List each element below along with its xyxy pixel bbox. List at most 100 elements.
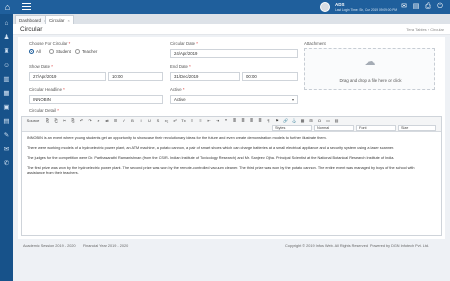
toolbar-button[interactable]: x²: [172, 118, 179, 124]
show-date-label: Show Date *: [29, 64, 53, 69]
toolbar-button[interactable]: U: [146, 118, 153, 124]
toolbar-button[interactable]: ▤: [333, 118, 340, 124]
radio-selected-icon: [29, 49, 34, 54]
radio-teacher[interactable]: Teacher: [75, 49, 97, 54]
paragraph: The judges for the competition were Dr. …: [27, 156, 395, 160]
radio-empty-icon: [75, 49, 80, 54]
tab-circular[interactable]: Circular ×: [45, 15, 74, 24]
choose-for-circular-label: Choose For Circular *: [29, 41, 71, 46]
tools-icon[interactable]: ✎: [2, 132, 11, 140]
sidebar: ⌂ ♟ ♜ ☺ ▥ ▦ ▣ ▤ ✎ ✉ ✆: [0, 14, 13, 281]
styles-select[interactable]: Styles: [272, 125, 312, 131]
radio-student[interactable]: Student: [49, 49, 71, 54]
circular-date-input[interactable]: 24/Apr/2019: [170, 49, 298, 58]
students-icon[interactable]: ♟: [2, 34, 11, 42]
toolbar-button[interactable]: ✓: [121, 118, 128, 124]
circular-detail-label: Circular Detail *: [29, 108, 59, 113]
end-date-input[interactable]: 31/Dec/2019: [170, 72, 240, 81]
toolbar-button[interactable]: ¶: [265, 118, 272, 124]
envelope-icon[interactable]: ✉: [2, 146, 11, 154]
toolbar-button[interactable]: ≡: [189, 118, 196, 124]
tab-label: Dashboard: [19, 18, 42, 23]
calendar-icon[interactable]: ▦: [2, 90, 11, 98]
toolbar-button[interactable]: ≡: [197, 118, 204, 124]
toolbar-button[interactable]: ↶: [78, 118, 85, 124]
notification-icon[interactable]: ✉: [400, 3, 408, 11]
footer: Academic Session 2019 - 2020 Financial Y…: [13, 243, 450, 251]
circular-headline-input[interactable]: INNOBIN: [29, 95, 163, 104]
format-select[interactable]: Normal: [314, 125, 354, 131]
avatar[interactable]: [320, 2, 330, 12]
financial-year: Financial Year 2019 - 2020: [83, 244, 129, 248]
bus-icon[interactable]: ▣: [2, 104, 11, 112]
radio-empty-icon: [49, 49, 54, 54]
tab-strip: Dashboard × Circular×: [13, 14, 450, 24]
end-time-input[interactable]: 00:00: [242, 72, 298, 81]
editor-content[interactable]: INNOBIN is an event where young students…: [27, 136, 432, 181]
toolbar-button[interactable]: Tx: [180, 118, 187, 124]
toolbar-button[interactable]: ⇄: [104, 118, 111, 124]
toolbar-button[interactable]: ↷: [87, 118, 94, 124]
school-logo-icon[interactable]: ⌂: [2, 2, 13, 12]
toolbar-button[interactable]: ⌕: [95, 118, 102, 124]
toolbar-button[interactable]: S: [155, 118, 162, 124]
cloud-upload-icon: ☁: [364, 56, 376, 68]
toolbar-button[interactable]: x₂: [163, 118, 170, 124]
radio-all[interactable]: All: [29, 49, 41, 54]
size-select[interactable]: Size: [398, 125, 436, 131]
staff-icon[interactable]: ♜: [2, 48, 11, 56]
people-icon[interactable]: ☺: [2, 62, 11, 70]
toolbar-button[interactable]: ≣: [231, 118, 238, 124]
circular-headline-label: Circular Headline *: [29, 87, 65, 92]
toolbar-button[interactable]: ⎘: [44, 118, 51, 124]
toolbar-button[interactable]: ⇤: [206, 118, 213, 124]
breadcrumb[interactable]: Tera Tables › Circular: [406, 27, 444, 32]
powered-by-text: Powered by DGN Infotech Pvt. Ltd.: [370, 244, 430, 248]
toolbar-button[interactable]: ▦: [299, 118, 306, 124]
toolbar-button[interactable]: ⇥: [214, 118, 221, 124]
toolbar-button[interactable]: ⚓: [291, 118, 298, 124]
last-login-text: Last Login Time: Sh, Cur 2019 09:09:00 P…: [335, 8, 398, 12]
source-button[interactable]: Source: [25, 118, 41, 124]
printer-icon[interactable]: ⎙: [424, 3, 432, 11]
document-icon[interactable]: ▤: [412, 3, 420, 11]
file-drop-zone[interactable]: ☁ Drag and drop a file here or click: [304, 48, 435, 90]
book-icon[interactable]: ▥: [2, 76, 11, 84]
toolbar-button[interactable]: Ω: [316, 118, 323, 124]
toolbar-button[interactable]: ≣: [240, 118, 247, 124]
toolbar-button[interactable]: ≣: [257, 118, 264, 124]
rich-text-editor[interactable]: Source ⎘ ⎗ ✂ ⎘ ↶ ↷ ⌕ ⇄ ☰ ✓ B I U Sx₂ x² Tx ≡ ≡ ⇤ ⇥ ❝ ≣ ≣ ≣ ≣ ¶ ⚑ 🔗 ⚓ ▦…: [21, 116, 442, 236]
paragraph: There were working models of a hydroelec…: [27, 146, 395, 150]
menu-toggle-icon[interactable]: [22, 3, 31, 11]
toolbar-button[interactable]: 🔗: [282, 118, 289, 124]
toolbar-button[interactable]: ≣: [248, 118, 255, 124]
show-date-input[interactable]: 27/Apr/2019: [29, 72, 106, 81]
close-icon[interactable]: ×: [68, 18, 70, 23]
toolbar-button[interactable]: ⎗: [53, 118, 60, 124]
page-header: Circular Tera Tables › Circular: [13, 24, 450, 35]
toolbar-button[interactable]: ✂: [61, 118, 68, 124]
chart-icon[interactable]: ▤: [2, 118, 11, 126]
show-time-input[interactable]: 10:00: [108, 72, 163, 81]
chat-icon[interactable]: ✆: [2, 160, 11, 168]
font-select[interactable]: Font: [356, 125, 396, 131]
page-title: Circular: [20, 26, 43, 33]
toolbar-button[interactable]: ⊞: [308, 118, 315, 124]
user-name: ADS: [335, 2, 345, 7]
toolbar-button[interactable]: I: [138, 118, 145, 124]
tab-label: Circular: [49, 18, 65, 23]
drop-zone-text: Drag and drop a file here or click: [339, 78, 402, 83]
paragraph: The first prize was won by the hydroelec…: [27, 166, 415, 175]
toolbar-button[interactable]: B: [129, 118, 136, 124]
chevron-down-icon: ▾: [291, 97, 294, 102]
active-select[interactable]: Active ▾: [170, 95, 298, 104]
toolbar-button[interactable]: ❝: [223, 118, 230, 124]
toolbar-button[interactable]: ▭: [325, 118, 332, 124]
power-icon[interactable]: ⏻: [436, 3, 444, 11]
toolbar-button[interactable]: ⎘: [70, 118, 77, 124]
editor-toolbar: Source ⎘ ⎗ ✂ ⎘ ↶ ↷ ⌕ ⇄ ☰ ✓ B I U Sx₂ x² Tx ≡ ≡ ⇤ ⇥ ❝ ≣ ≣ ≣ ≣ ¶ ⚑ 🔗 ⚓ ▦…: [22, 117, 441, 132]
toolbar-button[interactable]: ⚑: [274, 118, 281, 124]
toolbar-button[interactable]: ☰: [112, 118, 119, 124]
top-bar: ⌂ ADS Last Login Time: Sh, Cur 2019 09:0…: [0, 0, 450, 14]
dashboard-icon[interactable]: ⌂: [2, 20, 11, 28]
